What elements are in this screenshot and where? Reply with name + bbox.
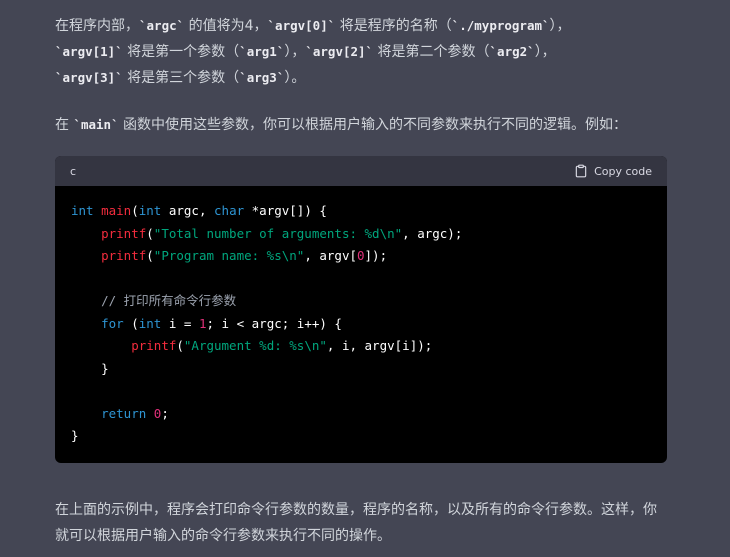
code-text: , i, argv[i]); [326,338,433,353]
code-line: for (int i = 1; i < argc; i++) { [71,313,651,336]
keyword: int [138,315,162,331]
inline-code: `argv[1]` [55,44,123,59]
code-text: ( [123,315,139,331]
inline-code: `arg3` [239,70,285,85]
code-text: } [101,360,109,376]
inline-code: `main` [73,117,119,132]
inline-code: `argv[3]` [55,70,123,85]
code-text: , argv[ [304,248,357,263]
keyword: int [138,203,162,218]
text: ）， [549,18,571,34]
number-literal: 0 [357,248,365,263]
text: 函数中使用这些参数，你可以根据用户输入的不同参数来执行不同的逻辑。例如： [118,117,628,133]
chat-message: 在程序内部，`argc` 的值将为4，`argv[0]` 将是程序的名称（`./… [0,0,730,557]
text: ）。 [284,70,306,86]
code-text: , argc); [402,225,463,241]
keyword: return [101,405,147,421]
code-comment: // 打印所有命令行参数 [101,293,237,308]
function-name: printf [131,338,177,353]
paragraph-main-usage: 在 `main` 函数中使用这些参数，你可以根据用户输入的不同参数来执行不同的逻… [55,112,670,138]
keyword: for [101,315,124,331]
code-text: i = [161,315,199,331]
code-text: ]); [364,248,388,263]
paragraph-argv-explanation: 在程序内部，`argc` 的值将为4，`argv[0]` 将是程序的名称（`./… [55,13,670,91]
string-literal: "Program name: %s\n" [153,248,305,263]
inline-code: `argv[2]` [305,44,374,59]
code-line: } [71,358,651,381]
inline-code: `argc` [139,18,185,33]
function-name: printf [101,248,147,263]
code-text: argc, [161,203,215,218]
function-name: main [101,203,132,218]
keyword: char [214,203,245,218]
text: 将是程序的名称（ [335,18,452,34]
number-literal: 1 [198,315,207,331]
function-name: printf [101,225,147,241]
inline-code: `argv[0]` [267,18,336,33]
copy-code-button[interactable]: Copy code [574,164,652,178]
inline-code: `arg2` [489,44,535,59]
clipboard-icon [574,164,588,178]
inline-code: `./myprogram` [451,18,550,33]
text: 将是第三个参数（ [122,70,240,86]
code-block-header: c Copy code [55,156,667,186]
code-line: return 0; [71,403,651,426]
code-line: } [71,425,651,448]
code-text: ( [146,225,154,241]
code-text: *argv[]) { [244,203,327,218]
code-line: // 打印所有命令行参数 [71,290,651,313]
code-text: ( [131,203,139,218]
code-text: ; i < argc; i++) { [206,315,342,331]
code-block: c Copy code int main(int argc, char *arg… [55,156,667,463]
code-line: printf("Program name: %s\n", argv[0]); [71,245,651,268]
code-content: int main(int argc, char *argv[]) { print… [55,186,667,448]
code-line: printf("Argument %d: %s\n", i, argv[i]); [71,335,651,358]
text: 的值将为4， [184,18,268,34]
paragraph-summary: 在上面的示例中，程序会打印命令行参数的数量，程序的名称，以及所有的命令行参数。这… [55,502,657,544]
code-text: ; [161,405,169,421]
text: ）， [284,44,306,60]
text: 在程序内部， [55,18,139,34]
code-language-label: c [70,164,77,178]
code-line: int main(int argc, char *argv[]) { [71,200,651,223]
inline-code: `arg1` [239,44,285,59]
string-literal: "Argument %d: %s\n" [183,338,327,353]
code-text: ( [176,338,184,353]
code-line: printf("Total number of arguments: %d\n"… [71,223,651,246]
text: 在 [55,117,74,133]
text: 将是第一个参数（ [122,44,240,60]
text: ）， [534,44,556,60]
copy-code-label: Copy code [594,164,652,178]
keyword: int [71,203,94,218]
string-literal: "Total number of arguments: %d\n" [153,225,403,241]
text: 将是第二个参数（ [373,44,490,60]
code-text: } [71,428,79,443]
code-text: ( [146,248,154,263]
